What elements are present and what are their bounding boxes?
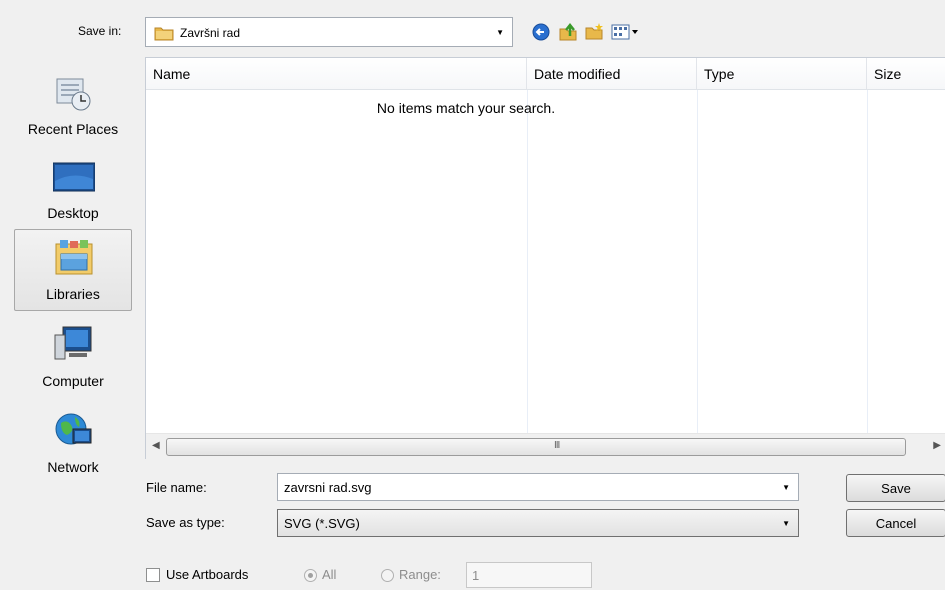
view-menu-icon[interactable] [611, 22, 641, 42]
place-label: Network [47, 459, 99, 475]
column-divider [527, 90, 528, 433]
range-input[interactable]: 1 [466, 562, 592, 588]
save-as-type-label: Save as type: [146, 515, 225, 530]
chevron-down-icon[interactable]: ▼ [782, 483, 790, 492]
new-folder-icon[interactable] [584, 22, 604, 42]
cancel-button[interactable]: Cancel [846, 509, 945, 537]
up-folder-icon[interactable] [558, 22, 578, 42]
column-divider [697, 90, 698, 433]
use-artboards-label: Use Artboards [166, 567, 249, 582]
place-computer[interactable]: Computer [14, 316, 132, 398]
range-radio[interactable] [381, 569, 394, 582]
place-libraries[interactable]: Libraries [14, 229, 132, 311]
recent-places-icon [53, 73, 95, 113]
save-in-dropdown[interactable]: Završni rad ▼ [145, 17, 513, 47]
column-header-size[interactable]: Size [867, 58, 945, 90]
column-header-name[interactable]: Name [146, 58, 527, 90]
folder-icon [154, 25, 174, 44]
range-value: 1 [472, 568, 480, 583]
desktop-icon [52, 157, 96, 197]
column-header-type[interactable]: Type [697, 58, 867, 90]
file-list[interactable]: Name ▲ Date modified Type Size No items … [145, 57, 945, 459]
computer-icon [53, 325, 95, 365]
save-as-type-dropdown[interactable]: SVG (*.SVG) ▼ [277, 509, 799, 537]
save-button[interactable]: Save [846, 474, 945, 502]
save-in-label: Save in: [78, 24, 122, 38]
save-in-value: Završni rad [180, 26, 241, 40]
place-label: Computer [42, 373, 104, 389]
column-header-date-modified[interactable]: Date modified [527, 58, 697, 90]
scroll-grip: III [554, 440, 560, 451]
place-label: Desktop [47, 205, 99, 221]
range-label: Range: [399, 567, 441, 582]
place-label: Libraries [46, 286, 100, 302]
file-name-input[interactable]: zavrsni rad.svg ▼ [277, 473, 799, 501]
place-recent-places[interactable]: Recent Places [14, 64, 132, 146]
all-radio[interactable] [304, 569, 317, 582]
save-as-type-value: SVG (*.SVG) [284, 516, 360, 531]
back-arrow-icon[interactable] [531, 22, 551, 42]
place-network[interactable]: Network [14, 402, 132, 484]
scroll-right-icon[interactable]: ▶ [933, 440, 941, 451]
place-desktop[interactable]: Desktop [14, 148, 132, 230]
place-label: Recent Places [27, 121, 119, 137]
all-label: All [322, 567, 337, 582]
file-name-value: zavrsni rad.svg [284, 480, 372, 495]
chevron-down-icon: ▼ [782, 519, 790, 528]
file-name-label: File name: [146, 480, 207, 495]
column-divider [867, 90, 868, 433]
horizontal-scrollbar[interactable]: ◀ III ▶ [146, 433, 945, 459]
libraries-icon [53, 238, 95, 278]
empty-message: No items match your search. [376, 100, 556, 116]
chevron-down-icon: ▼ [496, 28, 504, 37]
network-icon [53, 411, 95, 451]
scroll-left-icon[interactable]: ◀ [152, 440, 160, 451]
scrollbar-thumb[interactable]: III [166, 438, 906, 456]
use-artboards-checkbox[interactable] [146, 568, 160, 582]
